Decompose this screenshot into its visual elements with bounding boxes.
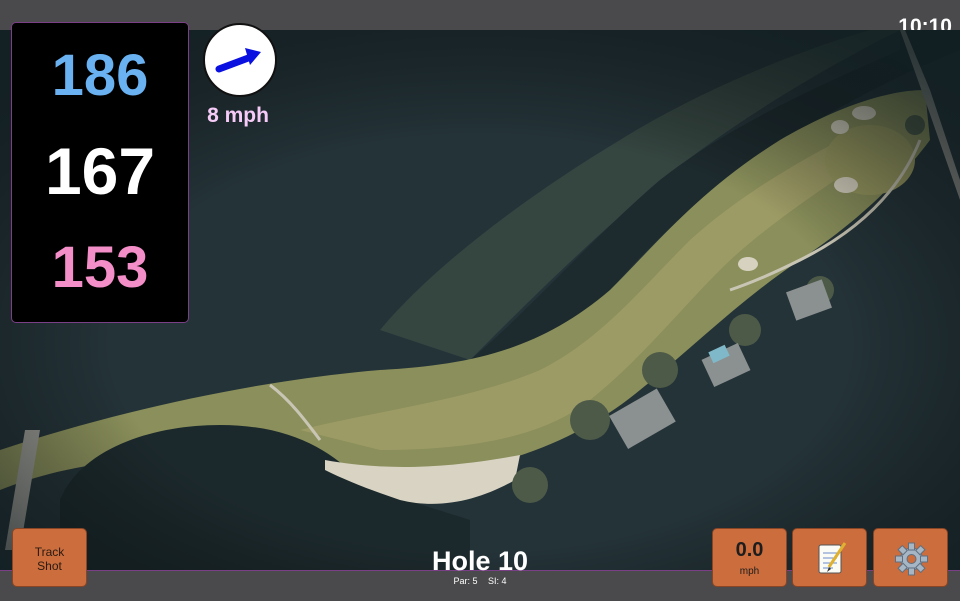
yardage-panel: 186 167 153: [11, 22, 189, 323]
speed-button[interactable]: 0.0 mph: [712, 528, 787, 587]
track-shot-button[interactable]: Track Shot: [12, 528, 87, 587]
notepad-icon: [818, 542, 847, 574]
speed-unit: mph: [739, 566, 760, 577]
hole-stroke-index: SI: 4: [488, 576, 507, 586]
wind-indicator: [203, 23, 277, 97]
notes-button[interactable]: [792, 528, 867, 587]
hole-meta: Par: 5 SI: 4: [380, 577, 580, 586]
speed-value: 0.0: [735, 539, 764, 561]
settings-button[interactable]: [873, 528, 948, 587]
gear-icon: [895, 542, 928, 576]
wind-speed: 8 mph: [207, 104, 269, 127]
track-shot-label: Track Shot: [34, 545, 65, 573]
back-yardage: 186: [51, 43, 149, 108]
hole-par: Par: 5: [453, 576, 478, 586]
wind-direction-arrow-icon: [215, 48, 261, 73]
hole-title: Hole 10: [431, 546, 529, 576]
middle-yardage: 167: [44, 134, 156, 208]
front-yardage: 153: [51, 235, 149, 300]
